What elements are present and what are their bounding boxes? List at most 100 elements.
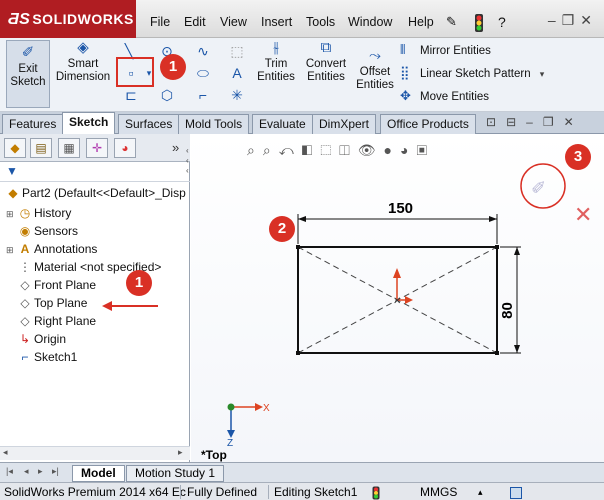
restore-icon[interactable]: ❐ [562,12,581,28]
tree-item-label: Right Plane [34,314,97,328]
doc-icon-b[interactable]: ⊟ [506,115,526,129]
origin-icon: ↳ [19,332,31,346]
sketch-point[interactable] [296,351,300,355]
status-divider [268,485,269,499]
filter-icon[interactable]: ▼ [6,164,18,178]
sketch-point[interactable] [495,245,499,249]
tab-mold-tools[interactable]: Mold Tools [178,114,250,134]
tab-surfaces[interactable]: Surfaces [118,114,180,134]
annotations-icon: A [20,242,30,256]
feature-manager-tabs: ◆ ▤ ▦ ✛ ◕ » [0,134,190,162]
expand-icon[interactable]: ⊞ [6,205,16,223]
expand-icon[interactable]: ⊞ [6,241,16,259]
minimize-icon[interactable]: – [548,12,562,28]
pin-icon[interactable]: ✎ [446,0,457,38]
menu-edit[interactable]: Edit [184,0,206,38]
linear-sketch-pattern-button[interactable]: ⣿ Linear Sketch Pattern ▾ [400,63,544,83]
tab-evaluate[interactable]: Evaluate [252,114,313,134]
status-units[interactable]: MMGS [420,484,457,500]
rebuild-icon[interactable] [510,484,522,500]
tree-root-part[interactable]: ◆ Part2 (Default<<Default>_Disp [4,184,185,202]
graphics-area[interactable]: ⌕⌕↶◧⬚◫👁●◕▣ ✕ X Z ✕ 150 80 ✐ 2 3 *Top [191,134,604,462]
convert-entities-button[interactable]: ⧉ Convert Entities [302,40,350,84]
convert-entities-label: Convert Entities [305,58,347,83]
tab-prev-icon[interactable]: ◂ [24,466,29,477]
tree-item-sensors[interactable]: ◉ Sensors [16,222,78,240]
menu-help[interactable]: Help [408,0,434,38]
display-manager-tab-icon[interactable]: ◕ [114,138,136,158]
offset-entities-button[interactable]: ⤳ Offset Entities [354,48,396,92]
scroll-left-icon[interactable]: ◂ [3,447,8,458]
point-icon[interactable]: ✳ [228,86,246,104]
dimension-value-vertical[interactable]: 80 [499,302,516,319]
construction-grid-icon[interactable]: ⬚ [228,42,246,60]
move-entities-button[interactable]: ✥ Move Entities [400,86,489,106]
dimxpert-tab-icon[interactable]: ✛ [86,138,108,158]
doc-minimize-icon[interactable]: – [526,115,543,129]
origin-marker: ✕ [393,296,401,307]
text-icon[interactable]: A [228,64,246,82]
tab-sketch[interactable]: Sketch [62,112,116,134]
tree-item-sketch1[interactable]: ⌐ Sketch1 [16,348,77,366]
panel-horizontal-scrollbar[interactable]: ◂ ▸ [0,446,190,460]
tree-item-front-plane[interactable]: ◇ Front Plane [16,276,96,294]
tab-model[interactable]: Model [72,465,125,482]
menu-view[interactable]: View [220,0,247,38]
menu-insert[interactable]: Insert [261,0,292,38]
close-icon[interactable]: ✕ [580,12,598,28]
doc-close-icon[interactable]: ✕ [564,115,584,129]
polygon-icon[interactable]: ⬡ [158,86,176,104]
tree-item-label: Sketch1 [34,350,78,364]
sketch-point[interactable] [296,245,300,249]
tree-item-history[interactable]: ⊞ ◷ History [6,204,71,222]
tab-last-icon[interactable]: ▸| [52,466,59,477]
tab-office-products[interactable]: Office Products [380,114,476,134]
configuration-manager-tab-icon[interactable]: ▦ [58,138,80,158]
traffic-light-icon[interactable] [474,0,484,38]
dimension-value-horizontal[interactable]: 150 [301,200,500,217]
filter-bar[interactable]: ▼ [0,162,190,182]
property-manager-tab-icon[interactable]: ▤ [30,138,52,158]
doc-restore-icon[interactable]: ❐ [543,115,564,129]
tab-next-icon[interactable]: ▸ [38,466,43,477]
smart-dimension-button[interactable]: ◈ Smart Dimension [54,40,112,84]
slot-straight-icon[interactable]: ⊏ [122,86,140,104]
solidworks-logo[interactable]: ƋS SOLIDWORKS [0,0,136,38]
spline-icon[interactable]: ∿ [194,42,212,60]
status-bar: SolidWorks Premium 2014 x64 Ec Fully Def… [0,482,604,500]
tab-dimxpert[interactable]: DimXpert [312,114,377,134]
ellipse-icon[interactable]: ⬭ [194,64,212,82]
origin-x-arrow [405,296,413,304]
sketch-point[interactable] [495,351,499,355]
doc-icon-a[interactable]: ⊡ [486,115,506,129]
linear-pattern-dropdown-icon[interactable]: ▾ [540,69,545,79]
tree-item-right-plane[interactable]: ◇ Right Plane [16,312,96,330]
trim-entities-button[interactable]: ⫳ Trim Entities [254,40,298,84]
units-dropdown-icon[interactable]: ▴ [478,484,483,500]
window-controls: –❐✕ [548,12,598,29]
mirror-entities-button[interactable]: ⫴ Mirror Entities [400,40,491,60]
feature-manager-tab-icon[interactable]: ◆ [4,138,26,158]
tab-features[interactable]: Features [2,114,64,134]
rebuild-status-icon[interactable] [372,484,380,500]
scroll-right-icon[interactable]: ▸ [178,447,183,458]
exit-sketch-button[interactable]: ✐ Exit Sketch [6,40,50,108]
cancel-sketch-icon[interactable]: ✕ [574,203,592,228]
tree-item-annotations[interactable]: ⊞ A Annotations [6,240,97,258]
triad-z-label: Z [227,438,233,449]
exit-sketch-corner-icon[interactable]: ✐ [531,178,546,199]
tree-item-origin[interactable]: ↳ Origin [16,330,66,348]
menu-window[interactable]: Window [348,0,392,38]
move-icon: ✥ [400,88,411,103]
convert-entities-icon: ⧉ [320,39,332,56]
tab-first-icon[interactable]: |◂ [6,466,13,477]
tab-motion-study[interactable]: Motion Study 1 [126,465,225,482]
menu-tools[interactable]: Tools [306,0,335,38]
expand-tabs-icon[interactable]: » [172,140,179,155]
menu-file[interactable]: File [150,0,170,38]
fillet-icon[interactable]: ⌐ [194,86,212,104]
step-badge-2: 2 [269,216,295,242]
bottom-tabs: |◂ ◂ ▸ ▸| Model Motion Study 1 [0,462,604,482]
help-question-icon[interactable]: ? [498,0,506,38]
tree-item-top-plane[interactable]: ◇ Top Plane [16,294,87,312]
